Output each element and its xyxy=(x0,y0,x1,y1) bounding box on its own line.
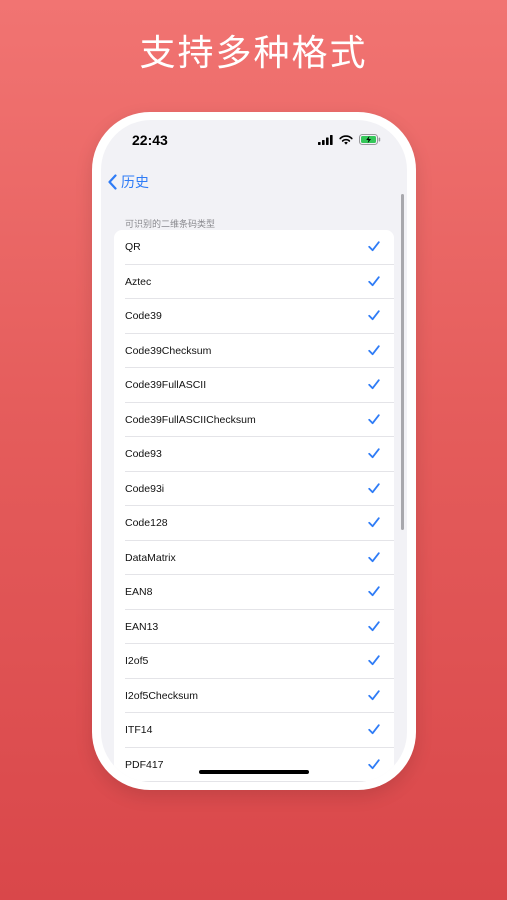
list-item-format[interactable]: Aztec xyxy=(114,265,394,300)
format-label: DataMatrix xyxy=(125,551,176,564)
checkmark-icon xyxy=(368,310,380,321)
barcode-format-list: QR Aztec Code39 Code39Checksum Code39Ful… xyxy=(114,230,394,782)
format-label: Code39FullASCII xyxy=(125,379,207,392)
status-bar: 22:43 xyxy=(101,120,407,164)
format-label: QR xyxy=(125,241,141,254)
list-item-format[interactable]: Code39FullASCIIChecksum xyxy=(114,403,394,438)
section-header: 可识别的二维条码类型 xyxy=(125,220,216,230)
format-label: Aztec xyxy=(125,275,152,288)
format-label: I2of5 xyxy=(125,655,149,668)
list-item-format[interactable]: ITF14 xyxy=(114,713,394,748)
list-item-format[interactable]: DataMatrix xyxy=(114,541,394,576)
checkmark-icon xyxy=(368,620,380,631)
format-label: Code39Checksum xyxy=(125,344,212,357)
format-label: EAN13 xyxy=(125,620,159,633)
list-item-format[interactable]: Code128 xyxy=(114,506,394,541)
format-label: Code39FullASCIIChecksum xyxy=(125,413,256,426)
back-button[interactable]: 历史 xyxy=(107,172,149,192)
navigation-bar: 历史 xyxy=(101,164,407,204)
list-item-format[interactable]: Code93 xyxy=(114,437,394,472)
list-item-format[interactable]: Code93i xyxy=(114,472,394,507)
status-icons xyxy=(318,134,381,145)
checkmark-icon xyxy=(368,241,380,252)
list-item-format[interactable]: Code39Checksum xyxy=(114,334,394,369)
format-label: Code39 xyxy=(125,310,162,323)
checkmark-icon xyxy=(368,724,380,735)
list-item-format[interactable]: EAN13 xyxy=(114,610,394,645)
phone-frame: 22:43 历史 可识别的二维条码类型 QR Aztec Code39 Code… xyxy=(92,112,416,790)
cellular-signal-icon xyxy=(318,134,333,145)
list-item-format[interactable]: EAN8 xyxy=(114,575,394,610)
list-item-format[interactable]: QR xyxy=(114,230,394,265)
checkmark-icon xyxy=(368,275,380,286)
checkmark-icon xyxy=(368,758,380,769)
list-item-format[interactable]: I2of5Checksum xyxy=(114,679,394,714)
list-item-format[interactable]: Code39 xyxy=(114,299,394,334)
status-time: 22:43 xyxy=(132,132,168,148)
checkmark-icon xyxy=(368,655,380,666)
checkmark-icon xyxy=(368,379,380,390)
checkmark-icon xyxy=(368,448,380,459)
checkmark-icon xyxy=(368,517,380,528)
battery-charging-icon xyxy=(359,134,381,145)
promo-headline: 支持多种格式 xyxy=(139,33,368,74)
format-label: EAN8 xyxy=(125,586,153,599)
chevron-left-icon xyxy=(108,174,117,190)
back-button-label: 历史 xyxy=(121,175,149,191)
list-item-format[interactable]: PDF417 xyxy=(114,748,394,783)
phone-screen: 22:43 历史 可识别的二维条码类型 QR Aztec Code39 Code… xyxy=(101,120,407,782)
wifi-icon xyxy=(339,134,353,145)
format-label: Code93i xyxy=(125,482,165,495)
list-item-format[interactable]: Code39FullASCII xyxy=(114,368,394,403)
checkmark-icon xyxy=(368,482,380,493)
format-label: Code128 xyxy=(125,517,168,530)
home-indicator[interactable] xyxy=(199,770,309,774)
list-item-format[interactable]: I2of5 xyxy=(114,644,394,679)
scrollbar[interactable] xyxy=(401,194,404,530)
checkmark-icon xyxy=(368,413,380,424)
format-label: I2of5Checksum xyxy=(125,689,198,702)
format-label: Code93 xyxy=(125,448,162,461)
checkmark-icon xyxy=(368,344,380,355)
format-label: PDF417 xyxy=(125,758,164,771)
checkmark-icon xyxy=(368,586,380,597)
checkmark-icon xyxy=(368,689,380,700)
checkmark-icon xyxy=(368,551,380,562)
format-label: ITF14 xyxy=(125,724,153,737)
